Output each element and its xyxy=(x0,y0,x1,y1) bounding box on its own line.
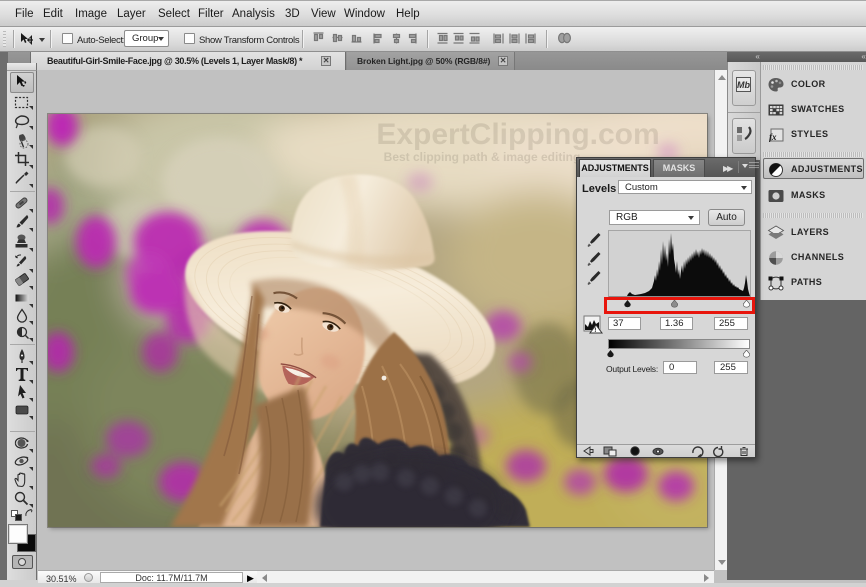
svg-text:fx: fx xyxy=(769,132,777,142)
svg-text:Best clipping path & image edi: Best clipping path & image editing xyxy=(384,150,581,164)
svg-text:!: ! xyxy=(594,327,596,334)
svg-text:ExpertClipping.com: ExpertClipping.com xyxy=(376,118,659,151)
